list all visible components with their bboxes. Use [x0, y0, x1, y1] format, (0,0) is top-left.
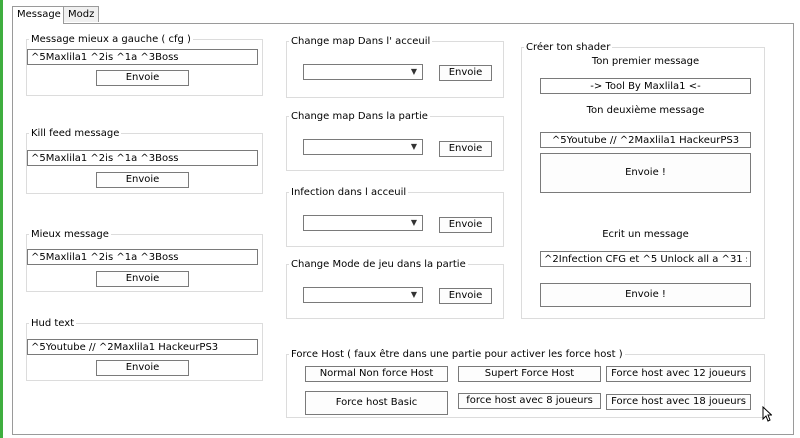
force-host-8-joueurs-button[interactable]: force host avec 8 joueurs [458, 393, 601, 409]
group-legend: Force Host ( faux être dans une partie p… [291, 349, 623, 360]
chevron-down-icon: ▼ [410, 142, 418, 151]
group-legend: Change map Dans l' acceuil [291, 36, 431, 47]
change-mode-jeu-send-button[interactable]: Envoie [439, 288, 492, 304]
write-message-input[interactable] [540, 251, 751, 267]
force-host-18-joueurs-button[interactable]: Force host avec 18 joueurs [606, 394, 751, 410]
shader-send-button[interactable]: Envoie ! [540, 153, 751, 193]
window-edge [0, 0, 3, 438]
group-legend: Change Mode de jeu dans la partie [291, 259, 466, 270]
write-message-send-button[interactable]: Envoie ! [540, 283, 751, 307]
normal-non-force-host-button[interactable]: Normal Non force Host [305, 366, 448, 382]
force-host-basic-button[interactable]: Force host Basic [305, 391, 448, 415]
mieux-message-input[interactable] [27, 249, 258, 265]
tab-modz[interactable]: Modz [63, 6, 99, 22]
group-legend: Mieux message [31, 229, 109, 240]
chevron-down-icon: ▼ [410, 290, 418, 299]
second-message-label: Ton deuxième message [586, 105, 705, 116]
first-message-label: Ton premier message [591, 56, 700, 67]
force-host-12-joueurs-button[interactable]: Force host avec 12 joueurs [606, 366, 751, 382]
kill-feed-input[interactable] [27, 150, 258, 166]
chevron-down-icon: ▼ [410, 218, 418, 227]
infection-acceuil-select[interactable]: ▼ [303, 215, 423, 231]
group-legend: Infection dans l acceuil [291, 187, 407, 198]
tab-message[interactable]: Message [12, 6, 64, 24]
first-message-input[interactable] [540, 78, 751, 94]
change-map-acceuil-send-button[interactable]: Envoie [439, 65, 492, 81]
group-legend: Créer ton shader [526, 42, 611, 53]
message-mieux-gauche-input[interactable] [27, 49, 258, 65]
change-map-partie-select[interactable]: ▼ [303, 139, 423, 155]
mouse-pointer-icon [762, 406, 772, 422]
write-message-label: Ecrit un message [602, 229, 689, 240]
group-legend: Hud text [31, 318, 75, 329]
chevron-down-icon: ▼ [410, 67, 418, 76]
group-message-mieux-gauche: Message mieux a gauche ( cfg ) [26, 34, 263, 96]
change-map-acceuil-select[interactable]: ▼ [303, 64, 423, 80]
group-legend: Kill feed message [31, 128, 120, 139]
message-mieux-gauche-send-button[interactable]: Envoie [96, 70, 189, 86]
supert-force-host-button[interactable]: Supert Force Host [458, 366, 601, 382]
hud-text-input[interactable] [27, 339, 258, 355]
group-legend: Message mieux a gauche ( cfg ) [31, 34, 191, 45]
mieux-message-send-button[interactable]: Envoie [96, 271, 189, 287]
group-legend: Change map Dans la partie [291, 111, 428, 122]
change-map-partie-send-button[interactable]: Envoie [439, 141, 492, 157]
hud-text-send-button[interactable]: Envoie [96, 360, 189, 376]
kill-feed-send-button[interactable]: Envoie [96, 172, 189, 188]
change-mode-jeu-select[interactable]: ▼ [303, 287, 423, 303]
second-message-input[interactable] [540, 132, 751, 148]
infection-acceuil-send-button[interactable]: Envoie [439, 217, 492, 233]
